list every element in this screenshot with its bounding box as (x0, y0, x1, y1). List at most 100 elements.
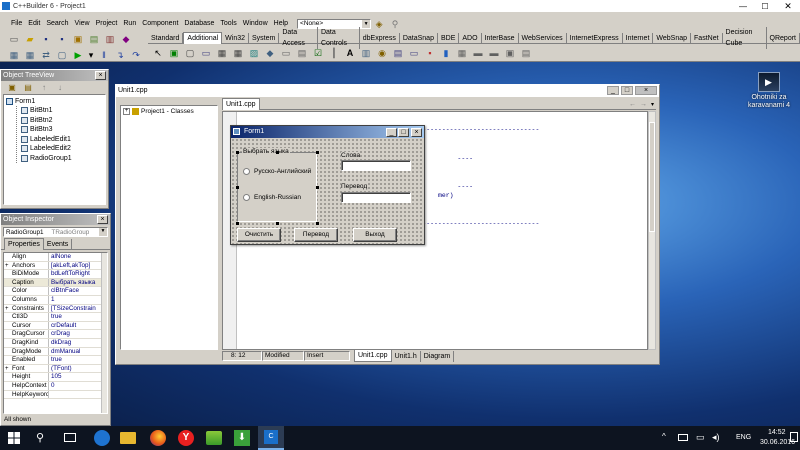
search-icon[interactable]: ⚲ (388, 17, 402, 31)
exit-button[interactable]: Выход (353, 228, 397, 242)
property-value[interactable]: alNone (48, 253, 107, 261)
menu-tools[interactable]: Tools (217, 20, 239, 27)
editor-close-button[interactable]: × (635, 86, 657, 95)
splitter-icon[interactable]: ┃ (327, 46, 341, 60)
chevron-down-icon[interactable]: ▾ (649, 101, 656, 108)
form-client-area[interactable]: Выбрать языка Русско-Английский English-… (231, 138, 424, 244)
property-value[interactable]: 1 (48, 295, 107, 304)
property-value[interactable]: (TFont) (48, 364, 107, 373)
forward-icon[interactable]: → (638, 101, 649, 108)
words-edit[interactable] (341, 160, 411, 171)
close-icon[interactable]: × (95, 71, 106, 80)
firefox-icon[interactable] (150, 430, 166, 446)
property-value[interactable]: dkDrag (48, 338, 107, 347)
menu-edit[interactable]: Edit (25, 20, 43, 27)
treeview-title-bar[interactable]: Object TreeView × (1, 70, 108, 81)
speedbutton-icon[interactable]: ▢ (183, 46, 197, 60)
editor-title-bar[interactable]: Unit1.cpp _ □ × (116, 85, 659, 97)
actiontoolbar-icon[interactable]: ▬ (487, 46, 501, 60)
palette-tab[interactable]: WebServices (519, 32, 567, 44)
bluestacks-icon[interactable] (206, 431, 222, 445)
radio-option[interactable]: Русско-Английский (243, 168, 311, 175)
property-value[interactable] (48, 390, 107, 399)
property-row[interactable]: Height 105 (4, 373, 107, 382)
class-tree-root[interactable]: + Project1 - Classes (121, 106, 217, 117)
move-up-icon[interactable]: ↑ (37, 81, 51, 95)
palette-tab[interactable]: Win32 (222, 32, 250, 44)
palette-tab[interactable]: dbExpress (360, 32, 400, 44)
property-value[interactable]: clBtnFace (48, 287, 107, 295)
property-row[interactable]: Columns 1 (4, 295, 107, 305)
pause-icon[interactable]: ‖ (97, 48, 111, 62)
property-row[interactable]: DragKind dkDrag (4, 338, 107, 348)
property-value[interactable]: Выбрать языка (48, 278, 107, 287)
drawgrid-icon[interactable]: ▦ (231, 46, 245, 60)
minimize-icon[interactable]: _ (386, 127, 397, 137)
new-form-icon[interactable]: ▢ (55, 48, 69, 62)
palette-tab[interactable]: Standard (148, 32, 184, 44)
start-button[interactable] (0, 426, 28, 450)
scrollbox-icon[interactable]: ▤ (295, 46, 309, 60)
editor-minimize-button[interactable]: _ (607, 86, 619, 95)
language-indicator[interactable]: ENG (736, 434, 751, 441)
save-icon[interactable]: ▪ (39, 32, 53, 46)
selection-handle[interactable] (236, 222, 239, 225)
property-row[interactable]: DragMode dmManual (4, 347, 107, 357)
menu-project[interactable]: Project (93, 20, 121, 27)
selection-handle[interactable] (236, 186, 239, 189)
property-value[interactable]: [akLeft,akTop] (48, 261, 107, 270)
volume-icon[interactable]: ◂) (712, 432, 720, 443)
move-down-icon[interactable]: ↓ (53, 81, 67, 95)
palette-more-icon[interactable]: ▤ (519, 46, 533, 60)
palette-tab[interactable]: System (249, 32, 280, 44)
form1-title-bar[interactable]: Form1 _ □ × (231, 126, 424, 138)
chevron-down-icon[interactable]: ▼ (362, 19, 371, 28)
menu-view[interactable]: View (72, 20, 93, 27)
bottom-tab-diagram[interactable]: Diagram (421, 350, 455, 362)
new-item-icon[interactable]: ▣ (5, 81, 19, 95)
tree-node[interactable]: LabeledEdit2 (21, 144, 103, 154)
editor-maximize-button[interactable]: □ (621, 86, 633, 95)
property-row[interactable]: Color clBtnFace (4, 287, 107, 296)
statictext-icon[interactable]: A (343, 46, 357, 60)
battery-icon[interactable] (678, 434, 688, 441)
edge-icon[interactable] (94, 430, 110, 446)
help-icon[interactable]: ◆ (119, 32, 133, 46)
palette-tab[interactable]: FastNet (691, 32, 723, 44)
property-row[interactable]: HelpKeyword (4, 390, 107, 400)
tab-events[interactable]: Events (44, 238, 73, 250)
controlbar-icon[interactable]: ▥ (359, 46, 373, 60)
property-value[interactable]: true (48, 356, 107, 364)
property-scrollbar[interactable] (101, 253, 107, 413)
selection-handle[interactable] (276, 222, 279, 225)
property-value[interactable]: crDefault (48, 321, 107, 330)
menu-run[interactable]: Run (120, 20, 139, 27)
colorbox-icon[interactable]: ▪ (423, 46, 437, 60)
view-form-icon[interactable]: ▦ (23, 48, 37, 62)
selection-handle[interactable] (316, 186, 319, 189)
palette-tab[interactable]: ADO (459, 32, 482, 44)
customizedlg-icon[interactable]: ▣ (503, 46, 517, 60)
menu-database[interactable]: Database (181, 20, 217, 27)
toggle-form-unit-icon[interactable]: ⇄ (39, 48, 53, 62)
tree-node[interactable]: BitBtn3 (21, 125, 103, 135)
bevel-icon[interactable]: ▭ (279, 46, 293, 60)
selection-handle[interactable] (236, 151, 239, 154)
expand-icon[interactable]: + (123, 108, 130, 115)
palette-tab[interactable]: InterBase (482, 32, 519, 44)
palette-tab[interactable]: Decision Cube (723, 27, 767, 49)
property-row[interactable]: Cursor crDefault (4, 321, 107, 331)
property-value[interactable]: dmManual (48, 347, 107, 356)
scroll-thumb[interactable] (649, 122, 655, 232)
radio-option[interactable]: English-Russian (243, 194, 301, 201)
tree-node[interactable]: RadioGroup1 (21, 154, 103, 164)
tab-properties[interactable]: Properties (4, 238, 44, 250)
palette-tab[interactable]: WebSnap (653, 32, 692, 44)
maximize-icon[interactable]: □ (398, 127, 409, 137)
property-row[interactable]: + Constraints [TSizeConstrain (4, 304, 107, 314)
explorer-icon[interactable] (120, 432, 136, 444)
property-row[interactable]: DragCursor crDrag (4, 330, 107, 339)
bitbtn-icon[interactable]: ▣ (167, 46, 181, 60)
pointer-icon[interactable]: ↖ (151, 46, 165, 60)
property-row[interactable]: HelpContext 0 (4, 381, 107, 391)
